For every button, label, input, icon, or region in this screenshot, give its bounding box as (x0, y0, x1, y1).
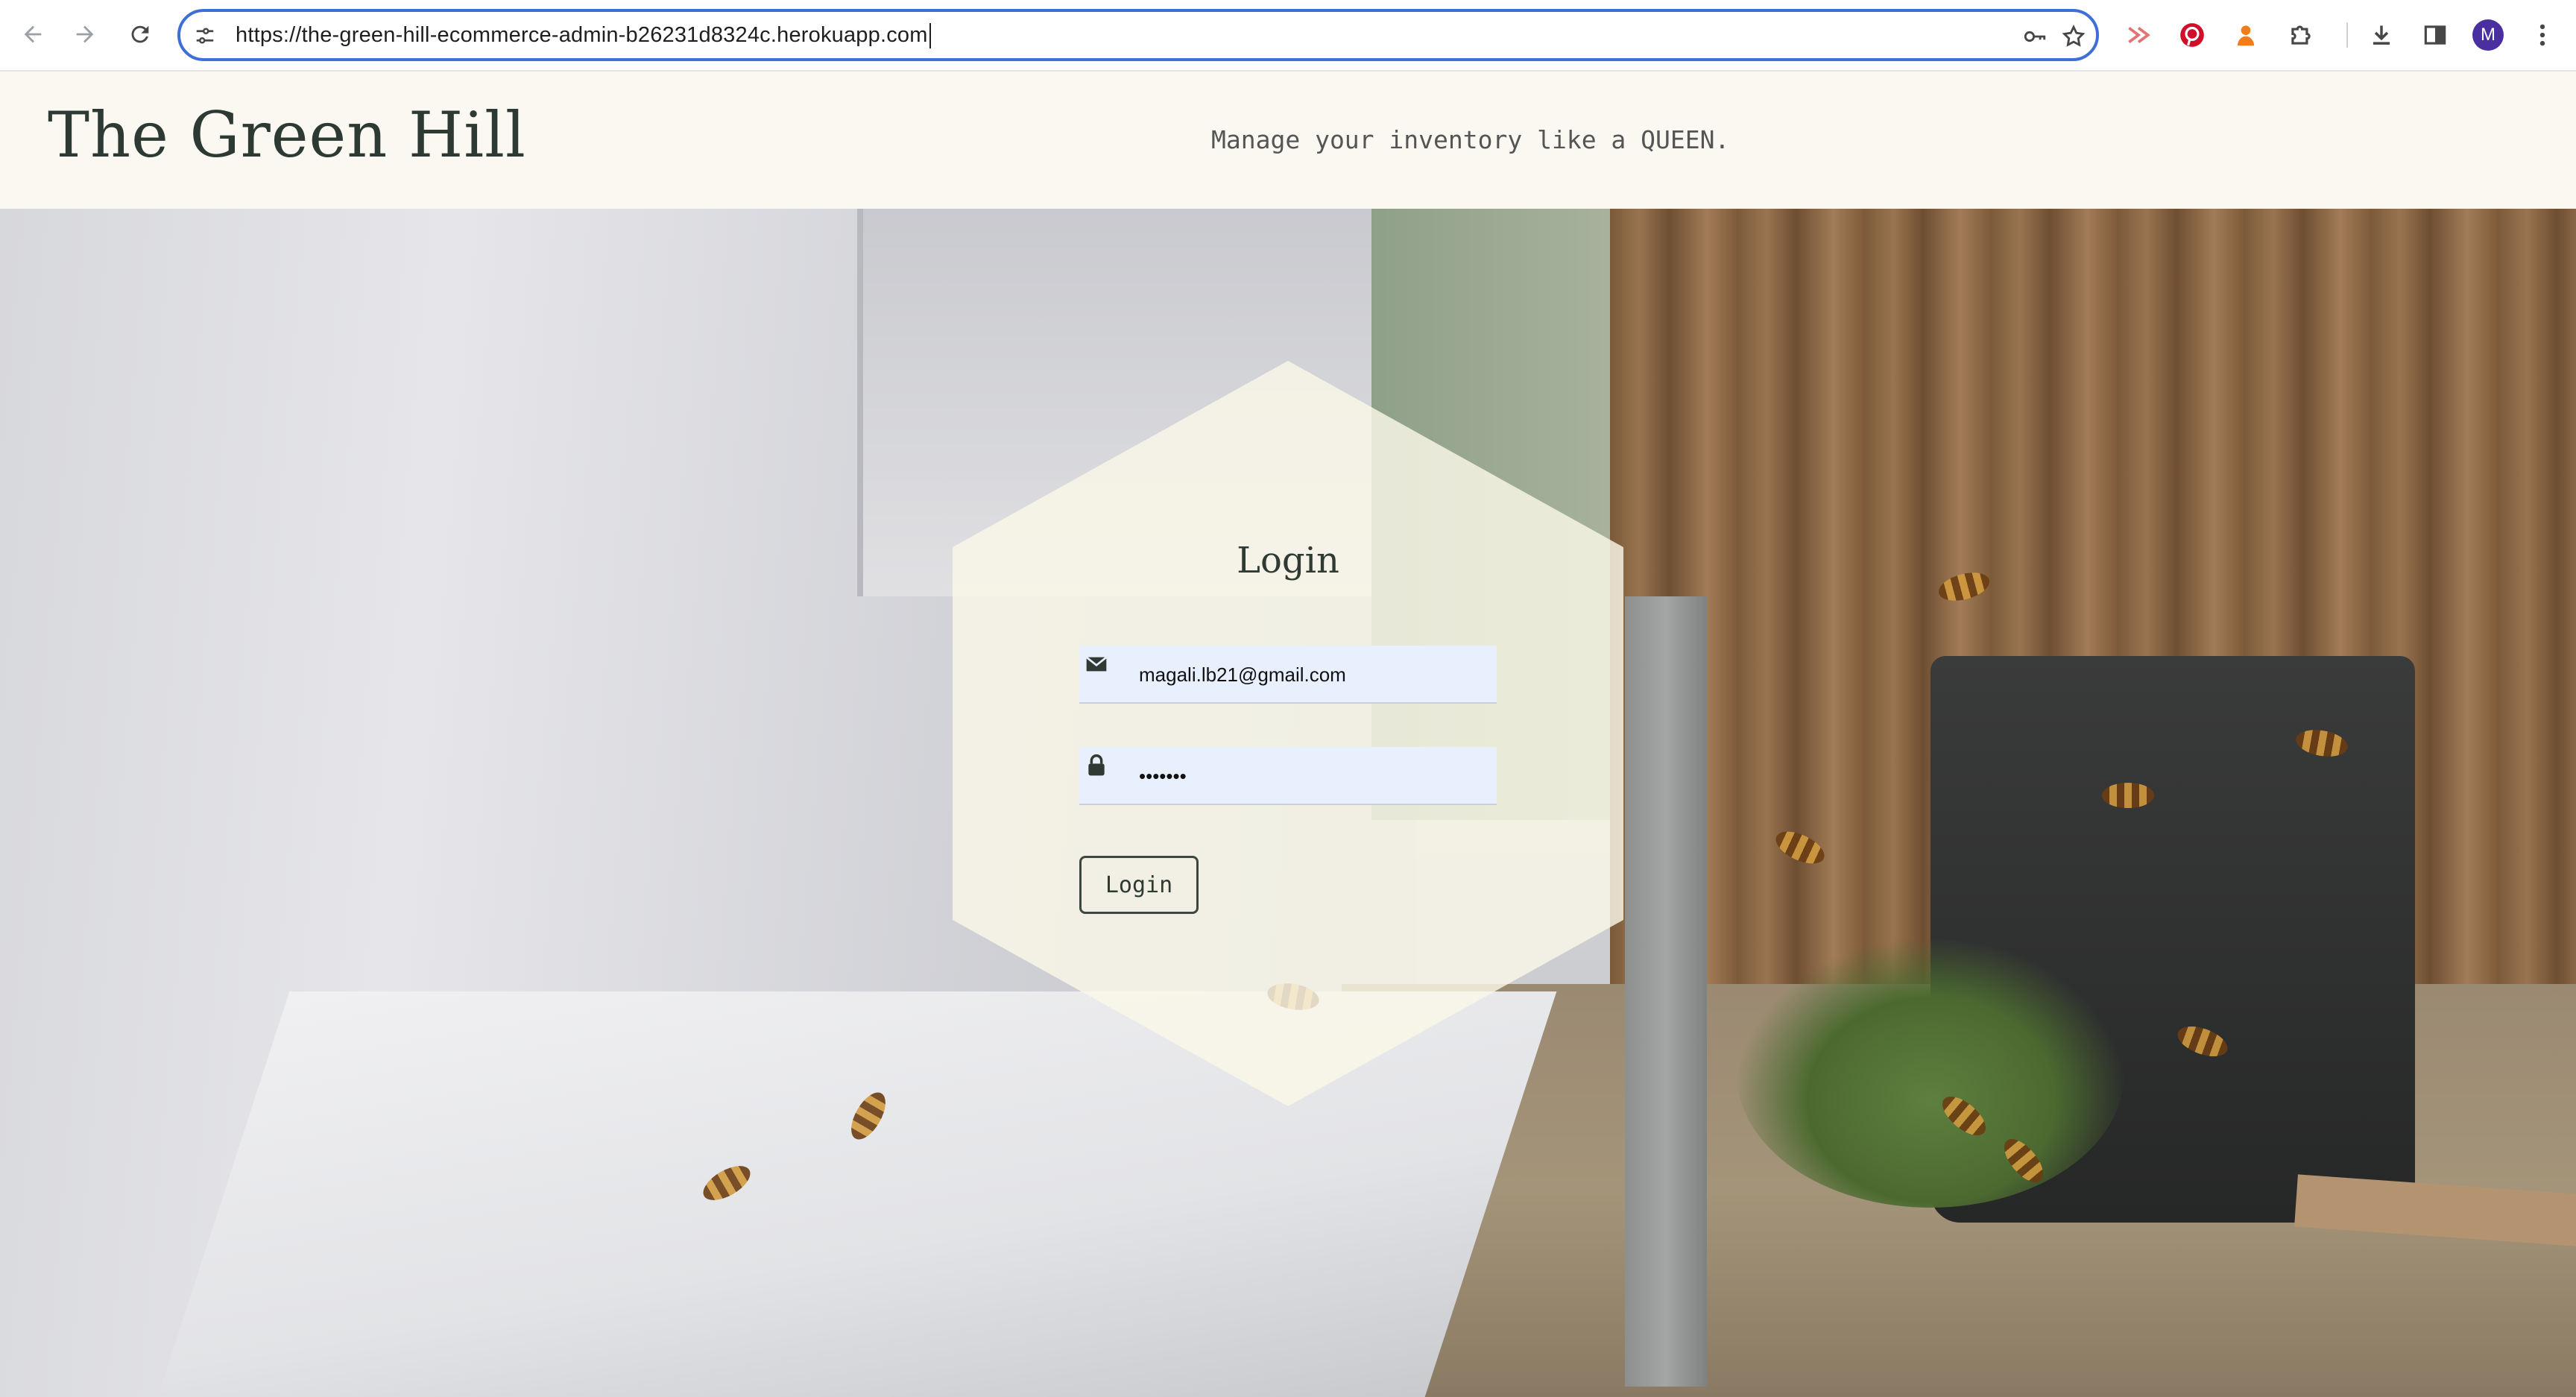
address-bar[interactable]: https://the-green-hill-ecommerce-admin-b… (177, 9, 2099, 61)
tagline: Manage your inventory like a QUEEN. (1211, 125, 1730, 154)
arrow-left-icon (24, 25, 42, 43)
back-button[interactable] (15, 16, 51, 52)
kebab-menu-icon (2539, 24, 2545, 46)
reload-button[interactable] (122, 16, 158, 52)
key-icon (2024, 31, 2046, 42)
login-button[interactable]: Login (1079, 856, 1199, 914)
lock-icon (1084, 753, 1109, 778)
green-plant (1737, 939, 2124, 1208)
pinterest-button[interactable] (2175, 18, 2209, 52)
forward-button[interactable] (67, 16, 103, 52)
cast-extension-icon (2128, 26, 2150, 44)
downloads-button[interactable] (2364, 18, 2399, 52)
login-title: Login (1237, 540, 1339, 581)
extensions-button[interactable] (2284, 18, 2318, 52)
url-text[interactable]: https://the-green-hill-ecommerce-admin-b… (236, 12, 931, 58)
password-input[interactable]: ••••••• (1139, 747, 1187, 805)
side-panel-button[interactable] (2418, 18, 2452, 52)
cast-extension-button[interactable] (2121, 18, 2156, 52)
star-icon (2062, 24, 2086, 47)
envelope-icon (1084, 652, 1109, 677)
email-field[interactable]: magali.lb21@gmail.com (1079, 646, 1497, 704)
site-header: The Green Hill Manage your inventory lik… (0, 72, 2576, 209)
email-input[interactable]: magali.lb21@gmail.com (1139, 646, 1346, 704)
bee (2102, 783, 2154, 808)
puzzle-extensions-icon (2291, 25, 2311, 45)
site-info-button[interactable] (191, 22, 219, 50)
honey-extension-icon (2237, 25, 2255, 46)
metal-pole (1625, 596, 1707, 1387)
browser-menu-button[interactable] (2525, 18, 2560, 52)
reload-icon (131, 25, 149, 43)
password-manager-button[interactable] (2020, 22, 2050, 51)
browser-toolbar: https://the-green-hill-ecommerce-admin-b… (0, 0, 2576, 72)
arrow-right-icon (76, 25, 94, 43)
bookmark-button[interactable] (2059, 22, 2089, 51)
honey-extension-button[interactable] (2229, 18, 2263, 52)
toolbar-divider (2346, 22, 2348, 48)
download-icon (2373, 25, 2390, 45)
pinterest-icon (2180, 23, 2204, 47)
profile-avatar[interactable]: M (2472, 19, 2504, 51)
tune-icon (196, 28, 214, 44)
side-panel-icon (2424, 25, 2446, 45)
brand-title[interactable]: The Green Hill (48, 98, 526, 171)
password-field[interactable]: ••••••• (1079, 747, 1497, 805)
